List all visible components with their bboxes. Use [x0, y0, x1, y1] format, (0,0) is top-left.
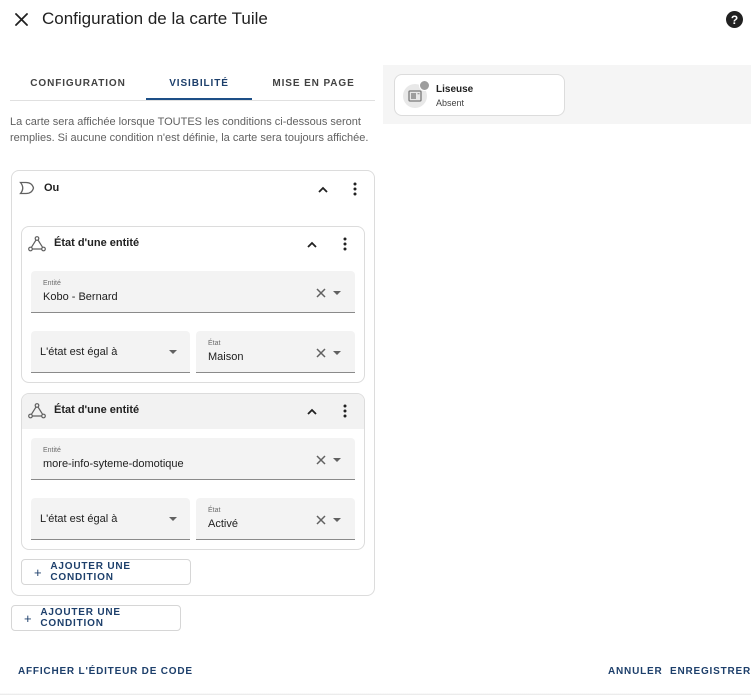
tab-layout[interactable]: MISE EN PAGE — [252, 66, 375, 100]
dialog-title: Configuration de la carte Tuile — [42, 9, 268, 28]
operator-select-1[interactable]: L'état est égal à — [31, 331, 190, 373]
operator-value: L'état est égal à — [40, 513, 118, 525]
entity-field-value: Kobo - Bernard — [43, 291, 118, 303]
state-field-label: État — [208, 507, 221, 514]
condition-2-menu-button[interactable] — [336, 402, 354, 420]
help-circle-icon: ? — [730, 12, 739, 27]
menu-down-icon[interactable] — [169, 350, 177, 354]
menu-down-icon[interactable] — [333, 458, 341, 462]
cancel-button[interactable]: ANNULER — [608, 666, 663, 677]
close-icon — [14, 12, 28, 26]
chevron-up-icon — [307, 241, 317, 248]
tabs-divider — [10, 100, 375, 101]
collapse-condition-2-button[interactable] — [303, 402, 321, 420]
condition-title-2: État d'une entité — [54, 404, 140, 416]
or-menu-button[interactable] — [346, 180, 364, 198]
collapse-condition-1-button[interactable] — [303, 235, 321, 253]
tile-state: Absent — [436, 98, 465, 108]
condition-1-menu-button[interactable] — [336, 235, 354, 253]
entity-field-value: more-info-syteme-domotique — [43, 458, 184, 470]
state-machine-icon — [28, 403, 46, 419]
entity-field-label: Entité — [43, 280, 61, 287]
tab-visibility[interactable]: VISIBILITÉ — [146, 66, 252, 100]
menu-down-icon[interactable] — [333, 518, 341, 522]
close-icon[interactable] — [315, 514, 327, 526]
menu-down-icon[interactable] — [333, 291, 341, 295]
show-code-editor-button[interactable]: AFFICHER L'ÉDITEUR DE CODE — [18, 666, 193, 677]
help-button[interactable]: ? — [726, 11, 743, 28]
close-button[interactable] — [10, 8, 32, 30]
or-title: Ou — [44, 182, 60, 194]
dots-vertical-icon — [353, 182, 357, 196]
operator-select-2[interactable]: L'état est égal à — [31, 498, 190, 540]
dots-vertical-icon — [343, 404, 347, 418]
close-icon[interactable] — [315, 347, 327, 359]
close-icon[interactable] — [315, 454, 327, 466]
tab-configuration[interactable]: CONFIGURATION — [10, 66, 146, 100]
close-icon[interactable] — [315, 287, 327, 299]
tile-name: Liseuse — [436, 84, 474, 95]
condition-title-1: État d'une entité — [54, 237, 140, 249]
state-field-value: Activé — [208, 518, 238, 530]
visibility-description: La carte sera affichée lorsque TOUTES le… — [10, 116, 369, 144]
entity-field-2[interactable]: Entité more-info-syteme-domotique — [31, 438, 355, 480]
tile-card-preview[interactable]: Liseuse Absent — [394, 74, 565, 116]
state-machine-icon — [28, 236, 46, 252]
plus-icon: + — [34, 564, 43, 580]
entity-field-1[interactable]: Entité Kobo - Bernard — [31, 271, 355, 313]
save-button[interactable]: ENREGISTRER — [670, 666, 751, 677]
state-field-2[interactable]: État Activé — [196, 498, 355, 540]
add-condition-in-or-button[interactable]: + AJOUTER UNE CONDITION — [21, 559, 191, 585]
add-condition-label: AJOUTER UNE CONDITION — [40, 607, 121, 629]
plus-icon: + — [24, 610, 33, 626]
badge-icon — [419, 80, 430, 91]
chevron-up-icon — [318, 186, 328, 193]
add-condition-label: AJOUTER UNE CONDITION — [50, 561, 131, 583]
state-field-value: Maison — [208, 351, 244, 363]
state-field-1[interactable]: État Maison — [196, 331, 355, 373]
operator-value: L'état est égal à — [40, 346, 118, 358]
gate-or-icon — [19, 181, 35, 195]
collapse-or-button[interactable] — [314, 180, 332, 198]
state-field-label: État — [208, 340, 221, 347]
chevron-up-icon — [307, 408, 317, 415]
add-condition-button[interactable]: + AJOUTER UNE CONDITION — [11, 605, 181, 631]
dots-vertical-icon — [343, 237, 347, 251]
menu-down-icon[interactable] — [333, 351, 341, 355]
entity-field-label: Entité — [43, 447, 61, 454]
menu-down-icon[interactable] — [169, 517, 177, 521]
